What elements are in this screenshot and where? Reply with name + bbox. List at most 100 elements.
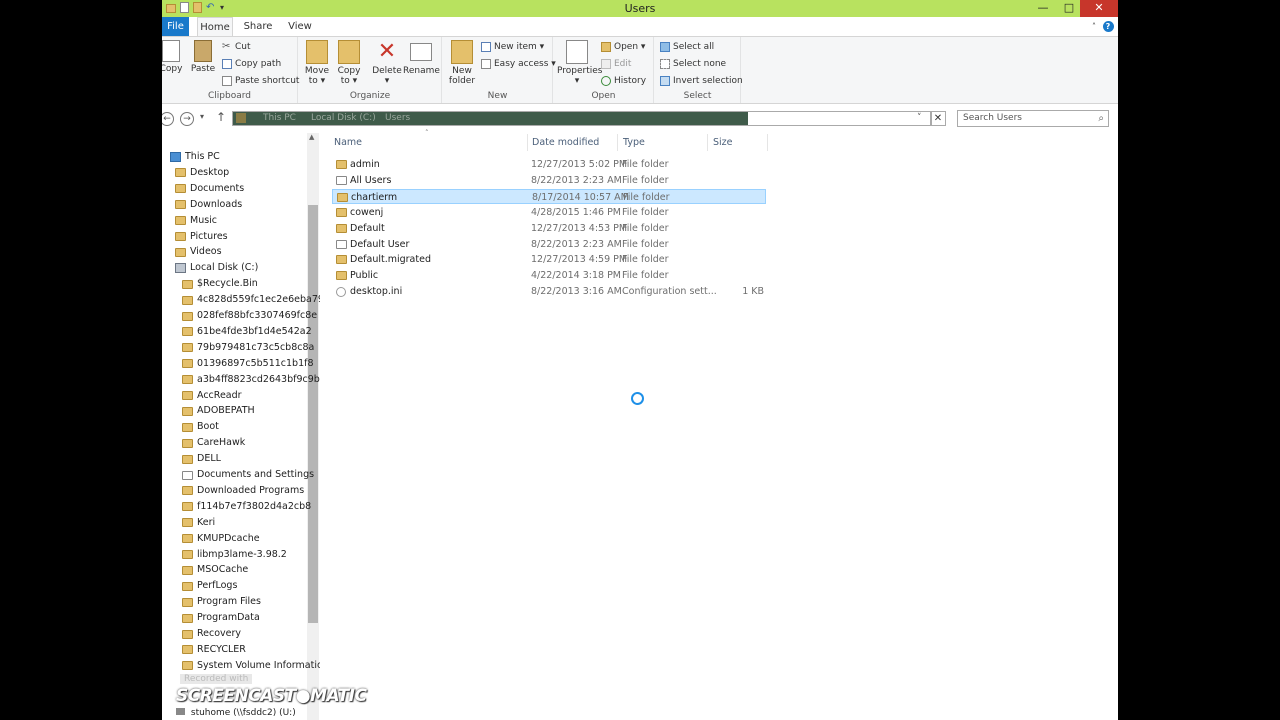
nav-item[interactable]: Desktop — [175, 165, 229, 181]
easy-access-button[interactable]: Easy access ▾ — [481, 59, 556, 69]
copy-path-icon — [222, 59, 232, 69]
properties-button[interactable]: Properties ▾ — [557, 40, 602, 86]
nav-item[interactable]: MSOCache — [182, 562, 248, 578]
nav-item[interactable]: Program Files — [182, 594, 261, 610]
chevron-up-icon[interactable]: ˄ — [1088, 17, 1100, 37]
copy-button[interactable]: Copy — [162, 40, 188, 74]
nav-item[interactable]: Downloads — [175, 197, 242, 213]
nav-item[interactable]: Pictures — [175, 229, 228, 245]
new-item-button[interactable]: New item ▾ — [481, 42, 544, 52]
nav-item[interactable]: f114b7e7f3802d4a2cb8 — [182, 499, 311, 515]
paste-button[interactable]: Paste — [186, 40, 220, 74]
tab-view[interactable]: View — [286, 17, 314, 37]
nav-item[interactable]: This PC — [170, 149, 220, 165]
nav-item[interactable]: 61be4fde3bf1d4e542a2 — [182, 324, 312, 340]
nav-item[interactable]: ProgramData — [182, 610, 260, 626]
column-date-modified[interactable]: Date modified — [532, 136, 599, 150]
file-row[interactable]: Default.migrated 12/27/2013 4:59 PM File f… — [332, 252, 766, 267]
nav-item[interactable]: Keri — [182, 515, 215, 531]
nav-item[interactable]: KMUPDcache — [182, 531, 260, 547]
forward-button[interactable]: → — [180, 112, 194, 126]
nav-item[interactable]: Downloaded Programs — [182, 483, 304, 499]
nav-item[interactable]: DELL — [182, 451, 221, 467]
recent-locations-button[interactable]: ▾ — [200, 112, 204, 121]
back-button[interactable]: ← — [162, 112, 174, 126]
folder-icon — [182, 422, 193, 432]
file-name: admin — [350, 159, 380, 170]
nav-item[interactable]: Documents — [175, 181, 244, 197]
copy-path-button[interactable]: Copy path — [222, 59, 281, 69]
file-row[interactable]: desktop.ini 8/22/2013 3:16 AM Configuratio… — [332, 284, 766, 299]
refresh-button[interactable]: ✕ — [930, 111, 946, 126]
column-divider[interactable] — [767, 134, 768, 151]
column-type[interactable]: Type — [623, 136, 645, 150]
nav-item[interactable]: 01396897c5b511c1b1f8 — [182, 356, 314, 372]
history-button[interactable]: History — [601, 76, 646, 86]
delete-button[interactable]: ✕ Delete ▾ — [370, 40, 404, 87]
file-row[interactable]: Default User 8/22/2013 2:23 AM File folder — [332, 237, 766, 252]
nav-item[interactable]: Videos — [175, 244, 222, 260]
close-button[interactable]: ✕ — [1080, 0, 1118, 17]
nav-item[interactable]: PerfLogs — [182, 578, 237, 594]
file-date: 12/27/2013 5:02 PM — [531, 159, 628, 170]
column-divider[interactable] — [527, 134, 528, 151]
chevron-down-icon[interactable]: ˅ — [917, 112, 922, 125]
nav-item[interactable]: Local Disk (C:) — [175, 260, 258, 276]
explorer-window: ↶ ▾ Users — □ ✕ File Home Share View ˄ ?… — [162, 0, 1118, 720]
nav-item[interactable]: 79b979481c73c5cb8c8a — [182, 340, 314, 356]
copy-to-button[interactable]: Copy to ▾ — [332, 40, 366, 86]
nav-item[interactable]: System Volume Information — [182, 658, 320, 674]
move-to-button[interactable]: Move to ▾ — [300, 40, 334, 86]
nav-item[interactable]: 028fef88bfc3307469fc8e — [182, 308, 317, 324]
column-divider[interactable] — [617, 134, 618, 151]
file-name: Default.migrated — [350, 254, 431, 266]
breadcrumb-item[interactable]: This PC — [263, 112, 296, 125]
column-name[interactable]: Name — [334, 136, 362, 150]
file-row[interactable]: admin 12/27/2013 5:02 PM File folder — [332, 157, 766, 172]
rename-button[interactable]: Rename — [403, 40, 440, 76]
search-input[interactable]: Search Users ⌕ — [957, 110, 1109, 127]
file-row[interactable]: Default 12/27/2013 4:53 PM File folder — [332, 221, 766, 236]
breadcrumb-item[interactable]: Users — [385, 112, 410, 125]
select-none-button[interactable]: Select none — [660, 59, 726, 69]
tab-home[interactable]: Home — [197, 17, 233, 37]
select-all-button[interactable]: Select all — [660, 42, 714, 52]
minimize-button[interactable]: — — [1032, 0, 1054, 17]
tab-share[interactable]: Share — [243, 17, 273, 37]
new-folder-button[interactable]: New folder — [445, 40, 479, 86]
nav-item[interactable]: a3b4ff8823cd2643bf9c9b39 — [182, 372, 320, 388]
nav-item[interactable]: Documents and Settings — [182, 467, 314, 483]
title-bar[interactable]: ↶ ▾ Users — □ ✕ — [162, 0, 1118, 17]
maximize-button[interactable]: □ — [1058, 0, 1080, 17]
nav-item[interactable]: Recovery — [182, 626, 241, 642]
column-size[interactable]: Size — [713, 136, 733, 150]
nav-item-label: Documents — [190, 182, 245, 194]
nav-item[interactable]: AccReadr — [182, 388, 242, 404]
open-button[interactable]: Open ▾ — [601, 42, 645, 52]
nav-item[interactable]: libmp3lame-3.98.2 — [182, 547, 287, 563]
paste-shortcut-button[interactable]: Paste shortcut — [222, 76, 299, 86]
cut-button[interactable]: ✂ Cut — [222, 42, 251, 53]
column-divider[interactable] — [707, 134, 708, 151]
nav-item[interactable]: Music — [175, 213, 217, 229]
invert-selection-button[interactable]: Invert selection — [660, 76, 743, 86]
tab-file[interactable]: File — [162, 17, 189, 37]
address-bar[interactable]: This PC Local Disk (C:) Users ˅ — [232, 111, 932, 126]
edit-button[interactable]: Edit — [601, 59, 631, 69]
breadcrumb-item[interactable]: Local Disk (C:) — [311, 112, 376, 125]
help-icon[interactable]: ? — [1102, 17, 1114, 37]
file-row[interactable]: chartierm 8/17/2014 10:57 AM File folder — [332, 188, 766, 204]
nav-item[interactable]: RECYCLER — [182, 642, 246, 658]
nav-item[interactable]: ADOBEPATH — [182, 403, 255, 419]
file-row[interactable]: cowenj 4/28/2015 1:46 PM File folder — [332, 205, 766, 220]
file-size: 1 KB — [742, 286, 764, 298]
nav-item[interactable]: $Recycle.Bin — [182, 276, 258, 292]
file-row[interactable]: Public 4/22/2014 3:18 PM File folder — [332, 268, 766, 283]
chevron-up-icon[interactable]: ▲ — [309, 133, 314, 141]
file-row[interactable]: All Users 8/22/2013 2:23 AM File folder — [332, 173, 766, 188]
nav-item[interactable]: 4c828d559fc1ec2e6eba7982 — [182, 292, 320, 308]
up-button[interactable]: ↑ — [216, 110, 226, 124]
nav-item[interactable]: Boot — [182, 419, 219, 435]
network-drive-item[interactable]: stuhome (\\fsddc2) (U:) — [176, 708, 296, 718]
nav-item[interactable]: CareHawk — [182, 435, 245, 451]
